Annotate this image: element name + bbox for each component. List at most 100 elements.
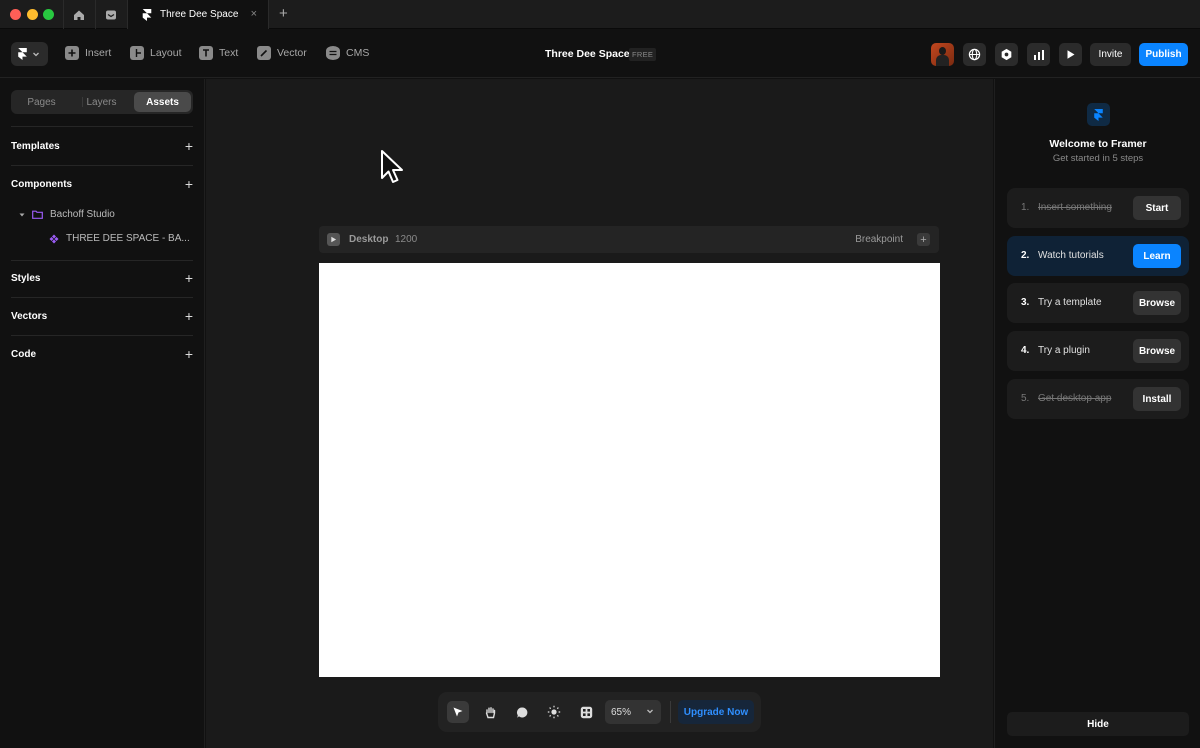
folder-name: Bachoff Studio	[50, 209, 115, 220]
add-breakpoint-button[interactable]: +	[917, 233, 930, 246]
home-icon	[74, 10, 84, 20]
invite-button[interactable]: Invite	[1090, 43, 1131, 66]
step-insert-something: 1. Insert something Start	[1007, 188, 1189, 228]
component-icon	[49, 234, 59, 243]
step-desktop-app: 5. Get desktop app Install	[1007, 379, 1189, 419]
add-code-icon[interactable]: +	[185, 346, 193, 362]
tab-three-dee-space[interactable]: Three Dee Space ×	[127, 0, 269, 29]
step-number: 1.	[1021, 202, 1030, 213]
zoom-select[interactable]: 65%	[605, 700, 661, 724]
framer-menu-button[interactable]	[11, 42, 48, 66]
section-title: Templates	[11, 140, 60, 152]
section-templates[interactable]: Templates +	[11, 138, 193, 154]
play-icon	[1067, 50, 1075, 59]
panel-tab-switcher: Pages Layers Assets	[11, 90, 193, 114]
hand-icon	[485, 706, 495, 718]
pen-icon	[257, 46, 271, 60]
welcome-title: Welcome to Framer	[1049, 138, 1147, 150]
tab-close-icon[interactable]: ×	[251, 8, 257, 20]
insert-button[interactable]: Insert	[65, 46, 111, 60]
section-styles[interactable]: Styles +	[11, 270, 193, 286]
text-label: Text	[219, 47, 239, 59]
database-icon	[326, 46, 340, 60]
step-number: 2.	[1021, 250, 1030, 261]
breakpoint-width: 1200	[395, 234, 418, 245]
onboarding-panel: Welcome to Framer Get started in 5 steps…	[994, 79, 1200, 748]
select-tool-button[interactable]	[447, 701, 469, 723]
step-number: 3.	[1021, 297, 1030, 308]
select-arrow-icon	[453, 707, 463, 717]
home-tab-button[interactable]	[63, 0, 94, 29]
gear-icon	[1001, 48, 1012, 61]
add-component-icon[interactable]: +	[185, 176, 193, 192]
preview-button[interactable]	[1059, 43, 1082, 66]
publish-button[interactable]: Publish	[1139, 43, 1188, 66]
step-text: Try a plugin	[1038, 345, 1090, 356]
desktop-frame[interactable]	[319, 263, 940, 677]
component-name: THREE DEE SPACE - BA...	[66, 233, 190, 244]
vector-button[interactable]: Vector	[257, 46, 307, 60]
add-vector-icon[interactable]: +	[185, 308, 193, 324]
tab-layers[interactable]: Layers	[73, 92, 130, 112]
step-text: Watch tutorials	[1038, 250, 1104, 261]
settings-button[interactable]	[995, 43, 1018, 66]
hide-onboarding-button[interactable]: Hide	[1007, 712, 1189, 736]
upgrade-now-button[interactable]: Upgrade Now	[678, 700, 754, 724]
section-title: Code	[11, 348, 36, 360]
zoom-window-button[interactable]	[43, 9, 54, 20]
layout-button[interactable]: Layout	[130, 46, 182, 60]
start-button[interactable]: Start	[1133, 196, 1181, 220]
left-sidebar: Pages Layers Assets Templates + Componen…	[0, 79, 205, 748]
tab-title: Three Dee Space	[160, 9, 239, 20]
chevron-down-icon	[647, 709, 653, 714]
insert-label: Insert	[85, 47, 112, 59]
text-icon	[199, 46, 213, 60]
window-titlebar: Three Dee Space × +	[0, 0, 1200, 29]
analytics-button[interactable]	[1027, 43, 1050, 66]
learn-button[interactable]: Learn	[1133, 244, 1181, 268]
minimize-window-button[interactable]	[27, 9, 38, 20]
sun-icon	[547, 705, 561, 719]
cms-button[interactable]: CMS	[326, 46, 369, 60]
project-title[interactable]: Three Dee Space	[545, 48, 630, 60]
zoom-value: 65%	[611, 706, 632, 718]
hand-tool-button[interactable]	[479, 701, 501, 723]
theme-toggle-button[interactable]	[543, 701, 565, 723]
folder-icon	[32, 210, 43, 219]
step-try-template: 3. Try a template Browse	[1007, 283, 1189, 323]
cms-label: CMS	[346, 47, 370, 59]
breakpoint-header[interactable]: Desktop 1200 Breakpoint +	[319, 226, 939, 253]
browse-plugins-button[interactable]: Browse	[1133, 339, 1181, 363]
design-canvas[interactable]: Desktop 1200 Breakpoint + 65% Upgrade No…	[206, 79, 993, 748]
add-style-icon[interactable]: +	[185, 270, 193, 286]
user-avatar[interactable]	[931, 43, 954, 66]
new-tab-button[interactable]: +	[279, 5, 288, 22]
text-tool-button[interactable]: Text	[199, 46, 238, 60]
section-title: Vectors	[11, 310, 48, 322]
install-button[interactable]: Install	[1133, 387, 1181, 411]
preview-frame-button[interactable]	[327, 233, 340, 246]
inbox-tab-button[interactable]	[95, 0, 126, 29]
tab-pages[interactable]: Pages	[13, 92, 70, 112]
tab-assets[interactable]: Assets	[134, 92, 191, 112]
components-tool-button[interactable]	[575, 701, 597, 723]
comment-tool-button[interactable]	[511, 701, 533, 723]
step-number: 4.	[1021, 345, 1030, 356]
layout-label: Layout	[150, 47, 182, 59]
component-row[interactable]: THREE DEE SPACE - BA...	[49, 233, 190, 244]
framer-logo-icon	[18, 48, 27, 60]
site-settings-button[interactable]	[963, 43, 986, 66]
inbox-icon	[106, 10, 116, 19]
main-toolbar: Insert Layout Text Vector CMS Three Dee …	[0, 30, 1200, 78]
folder-row[interactable]: Bachoff Studio	[19, 209, 115, 220]
play-icon	[331, 236, 337, 243]
section-components[interactable]: Components +	[11, 176, 193, 192]
section-code[interactable]: Code +	[11, 346, 193, 362]
close-window-button[interactable]	[10, 9, 21, 20]
framer-logo-icon	[1094, 108, 1103, 121]
step-watch-tutorials: 2. Watch tutorials Learn	[1007, 236, 1189, 276]
section-vectors[interactable]: Vectors +	[11, 308, 193, 324]
browse-templates-button[interactable]: Browse	[1133, 291, 1181, 315]
step-text: Insert something	[1038, 202, 1112, 213]
add-template-icon[interactable]: +	[185, 138, 193, 154]
